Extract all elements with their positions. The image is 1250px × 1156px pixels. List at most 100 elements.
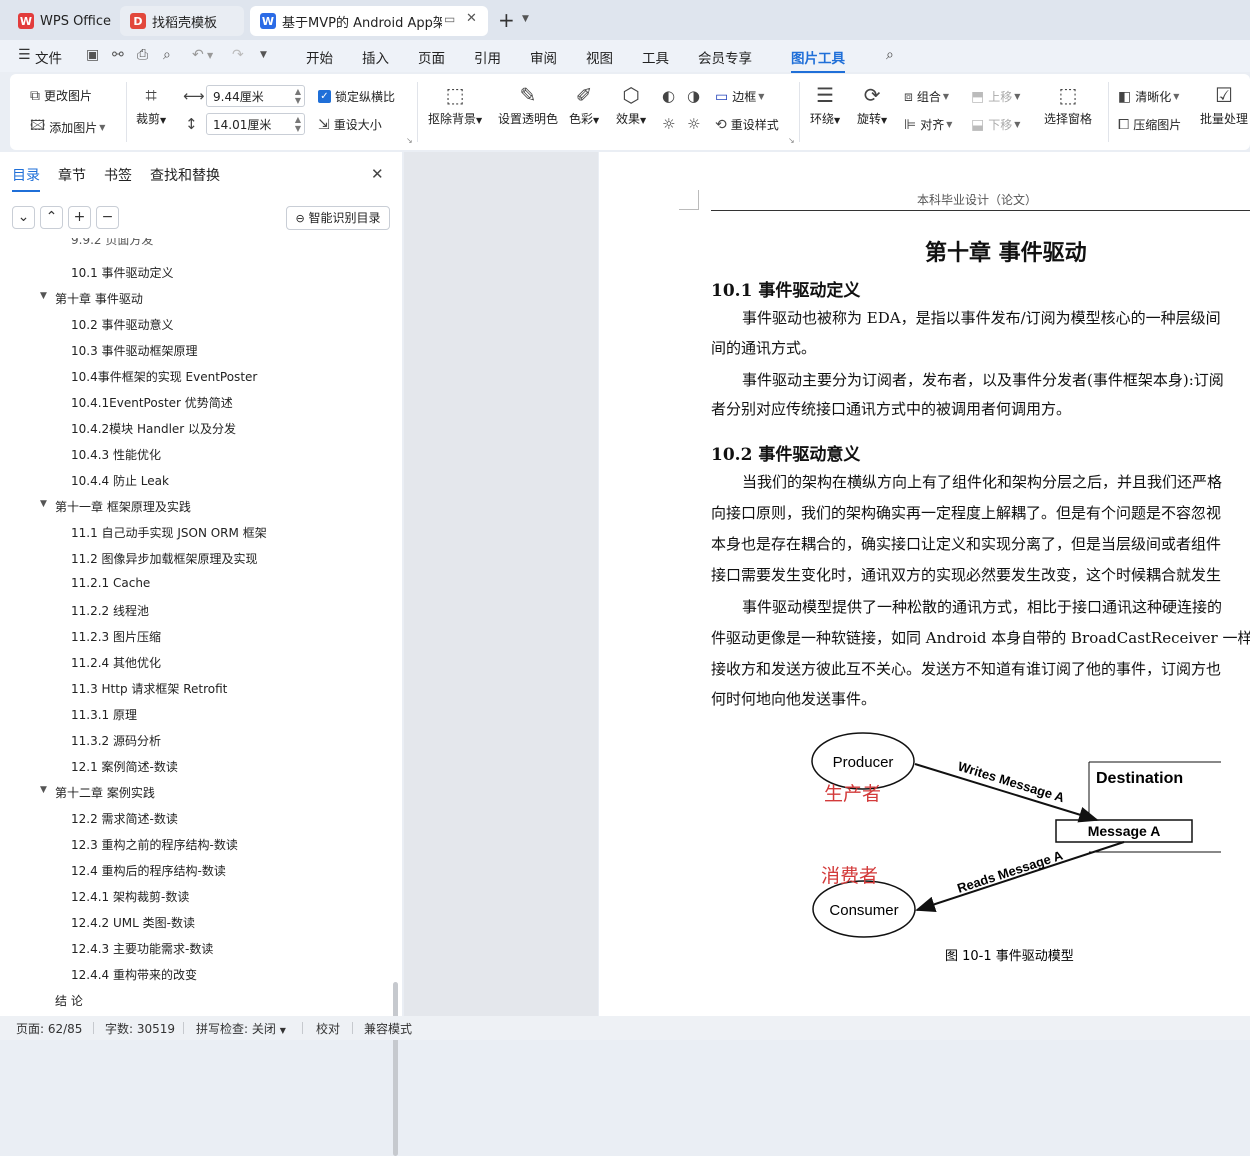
toc-item[interactable]: 10.4.3 性能优化 <box>71 446 161 463</box>
toc-item[interactable]: 11.2.4 其他优化 <box>71 654 161 671</box>
toc-item[interactable]: 11.2.1 Cache <box>71 576 150 590</box>
sharpen-button[interactable]: ◧ 清晰化 ▼ <box>1118 88 1179 105</box>
toc-item[interactable]: 10.1 事件驱动定义 <box>71 264 174 281</box>
toc-item[interactable]: 10.4事件框架的实现 EventPoster <box>71 368 257 385</box>
redo-icon[interactable]: ↷ <box>232 47 244 63</box>
add-heading-icon[interactable]: + <box>68 206 91 229</box>
menu-picture-tools[interactable]: 图片工具 <box>791 47 845 73</box>
link-icon[interactable]: ⚯ <box>112 47 124 63</box>
width-input[interactable]: 9.44厘米 ▲ ▼ <box>206 85 305 107</box>
crop-button[interactable]: ⌗ 裁剪▼ <box>136 84 166 127</box>
toc-item[interactable]: 11.2.3 图片压缩 <box>71 628 161 645</box>
tab-sections[interactable]: 章节 <box>58 165 86 185</box>
tab-document[interactable]: W 基于MVP的 Android App架构 ▭ ✕ <box>250 6 488 36</box>
smart-toc-button[interactable]: ⊖ 智能识别目录 <box>286 206 390 230</box>
dialog-launcher-icon[interactable]: ↘ <box>788 136 795 145</box>
toc-scrollbar[interactable] <box>393 982 398 1156</box>
tab-find-replace[interactable]: 查找和替换 <box>150 165 220 185</box>
toc-item[interactable]: 10.4.2模块 Handler 以及分发 <box>71 420 236 437</box>
word-count[interactable]: 字数: 30519 <box>105 1020 175 1037</box>
menu-file[interactable]: 文件 <box>35 47 62 67</box>
tab-bookmarks[interactable]: 书签 <box>104 165 132 185</box>
remove-background-button[interactable]: ⬚ 抠除背景▼ <box>428 84 482 127</box>
undo-icon[interactable]: ↶ <box>192 47 204 63</box>
brightness-down-icon[interactable]: ☼ <box>687 115 700 133</box>
toc-item[interactable]: 10.4.1EventPoster 优势简述 <box>71 394 233 411</box>
lock-ratio-checkbox[interactable]: ✓ 锁定纵横比 <box>318 88 395 105</box>
tab-wps-office[interactable]: W WPS Office <box>8 6 112 36</box>
move-down-button[interactable]: ⬓ 下移 ▼ <box>971 116 1020 133</box>
menu-home[interactable]: 开始 <box>306 47 333 67</box>
monitor-icon[interactable]: ▭ <box>444 12 455 26</box>
wrap-button[interactable]: ☰ 环绕▼ <box>810 84 840 127</box>
menu-review[interactable]: 审阅 <box>530 47 557 67</box>
toc-item[interactable]: 11.3 Http 请求框架 Retrofit <box>71 680 227 697</box>
menu-tools[interactable]: 工具 <box>642 47 669 67</box>
toc-item[interactable]: 11.3.2 源码分析 <box>71 732 161 749</box>
tab-toc[interactable]: 目录 <box>12 165 40 192</box>
page-count[interactable]: 页面: 62/85 <box>16 1020 82 1037</box>
toc-item[interactable]: 12.2 需求简述-数读 <box>71 810 178 827</box>
group-button[interactable]: ⧈ 组合 ▼ <box>904 88 949 105</box>
batch-process-button[interactable]: ☑ 批量处理 <box>1200 84 1248 127</box>
tab-list-chevron-icon[interactable]: ▼ <box>522 14 529 24</box>
hamburger-icon[interactable]: ☰ <box>18 47 31 63</box>
move-up-button[interactable]: ⬒ 上移 ▼ <box>971 88 1020 105</box>
toc-item[interactable]: 12.4.1 架构裁剪-数读 <box>71 888 189 905</box>
menu-insert[interactable]: 插入 <box>362 47 389 67</box>
select-pane-button[interactable]: ⬚ 选择窗格 <box>1044 84 1092 127</box>
close-tab-icon[interactable]: ✕ <box>466 11 477 26</box>
toc-item[interactable]: 11.3.1 原理 <box>71 706 137 723</box>
brightness-up-icon[interactable]: ☼ <box>662 115 675 133</box>
event-driven-figure[interactable]: Producer 生产者 Consumer 消费者 Destination Me… <box>799 724 1250 974</box>
dialog-launcher-icon[interactable]: ↘ <box>406 136 413 145</box>
toc-item[interactable]: 12.4.2 UML 类图-数读 <box>71 914 195 931</box>
print-icon[interactable]: ⎙ <box>137 47 148 63</box>
save-icon[interactable]: ▣ <box>86 47 99 63</box>
collapse-triangle-icon[interactable]: ▼ <box>40 785 47 795</box>
toc-item[interactable]: 12.3 重构之前的程序结构-数读 <box>71 836 238 853</box>
change-picture-button[interactable]: ⧉ 更改图片 <box>30 87 92 104</box>
set-transparent-button[interactable]: ✎ 设置透明色 <box>498 84 558 127</box>
collapse-triangle-icon[interactable]: ▼ <box>40 291 47 301</box>
toc-item[interactable]: 11.2 图像异步加载框架原理及实现 <box>71 550 258 567</box>
more-chevron-icon[interactable]: ▼ <box>260 50 267 60</box>
toc-item[interactable]: 11.2.2 线程池 <box>71 602 149 619</box>
toc-chapter-item[interactable]: ▼ 第十一章 框架原理及实践 <box>40 498 191 515</box>
print-preview-icon[interactable]: ⌕ <box>163 47 171 63</box>
border-button[interactable]: ▭ 边框 ▼ <box>715 88 764 105</box>
compress-button[interactable]: ⧠ 压缩图片 <box>1118 116 1181 133</box>
new-tab-icon[interactable]: + <box>498 8 515 32</box>
reset-size-button[interactable]: ⇲ 重设大小 <box>318 116 382 133</box>
toc-chapter-item[interactable]: ▼ 第十章 事件驱动 <box>40 290 143 307</box>
toc-item[interactable]: 11.1 自己动手实现 JSON ORM 框架 <box>71 524 267 541</box>
toc-item[interactable]: 10.3 事件驱动框架原理 <box>71 342 198 359</box>
toc-item[interactable]: 10.4.4 防止 Leak <box>71 472 169 489</box>
tab-template[interactable]: D 找稻壳模板 <box>120 6 244 36</box>
toc-chapter-item[interactable]: ▼ 第十二章 案例实践 <box>40 784 155 801</box>
rotate-button[interactable]: ⟳ 旋转▼ <box>857 84 887 127</box>
proofread-button[interactable]: 校对 <box>316 1020 340 1037</box>
toc-item[interactable]: 12.4 重构后的程序结构-数读 <box>71 862 226 879</box>
align-button[interactable]: ⊫ 对齐 ▼ <box>904 116 952 133</box>
search-icon[interactable]: ⌕ <box>886 47 894 63</box>
menu-page[interactable]: 页面 <box>418 47 445 67</box>
effect-button[interactable]: ⬡ 效果▼ <box>616 84 646 127</box>
toc-item[interactable]: 10.2 事件驱动意义 <box>71 316 174 333</box>
menu-view[interactable]: 视图 <box>586 47 613 67</box>
menu-member[interactable]: 会员专享 <box>698 47 752 67</box>
toc-item[interactable]: 12.4.3 主要功能需求-数读 <box>71 940 213 957</box>
expand-down-icon[interactable]: ⌄ <box>12 206 35 229</box>
toc-item[interactable]: 结 论 <box>55 992 83 1009</box>
height-input[interactable]: 14.01厘米 ▲ ▼ <box>206 113 305 135</box>
collapse-triangle-icon[interactable]: ▼ <box>40 499 47 509</box>
collapse-up-icon[interactable]: ⌃ <box>40 206 63 229</box>
close-pane-icon[interactable]: ✕ <box>371 165 384 183</box>
reset-style-button[interactable]: ⟲ 重设样式 <box>715 116 779 133</box>
remove-heading-icon[interactable]: − <box>96 206 119 229</box>
document-page[interactable]: 本科毕业设计（论文） 第十章 事件驱动 10.1 事件驱动定义 事件驱动也被称为… <box>599 152 1250 1016</box>
spell-check-toggle[interactable]: 拼写检查: 关闭 ▼ <box>196 1020 286 1037</box>
toc-item[interactable]: 12.1 案例简述-数读 <box>71 758 178 775</box>
menu-references[interactable]: 引用 <box>474 47 501 67</box>
brightness-icon[interactable]: ◑ <box>687 87 700 105</box>
